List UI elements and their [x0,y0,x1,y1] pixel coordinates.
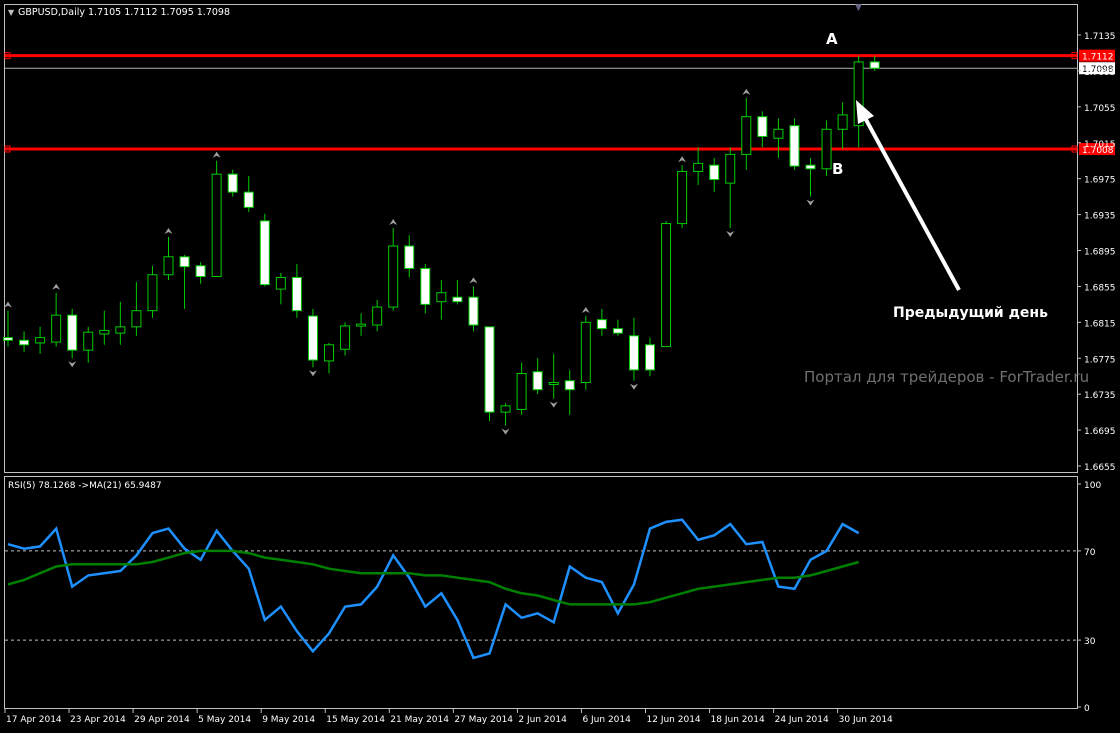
date-tick-label: 21 May 2014 [390,715,449,725]
rsi-tick-label: 70 [1084,548,1096,558]
candle-body-bear [179,256,190,268]
candle-body-bear [227,173,238,193]
candle-body-bull [115,326,126,334]
price-tick-label: 1.6935 [1084,212,1116,222]
price-tick-label: 1.7055 [1084,104,1116,114]
candle-body-bear [291,276,302,312]
candle-body-bear [195,265,206,278]
candle-body-bull [340,325,351,350]
chart-canvas[interactable]: 1.70981.71121.7008 1.71351.70951.70551.7… [0,0,1120,729]
candle-body-bull [516,373,527,410]
candle-body-bull [356,323,367,327]
date-tick-label: 9 May 2014 [262,715,315,725]
candle-body-bull [99,329,110,335]
annotation-label-a: A [826,30,838,48]
date-tick-label: 6 Jun 2014 [582,715,631,725]
rsi-header: RSI(5) 78.1268 ->MA(21) 65.9487 [8,481,162,491]
candle-body-bear [452,296,463,303]
candle-body-bear [805,164,816,170]
price-tick-label: 1.7135 [1084,32,1116,42]
symbol-header: GBPUSD,Daily 1.7105 1.7112 1.7095 1.7098 [18,7,230,18]
candle-body-bull [500,405,511,413]
watermark: Портал для трейдеров - ForTrader.ru [804,368,1089,386]
rsi-subwindow-frame [4,476,1078,709]
annotation-label-b: B [832,160,843,178]
candle-body-bull [661,223,672,348]
date-tick-label: 29 Apr 2014 [134,715,190,725]
date-tick-label: 12 Jun 2014 [647,715,701,725]
candle-body-bull [548,381,559,385]
previous-day-label: Предыдущий день [893,305,1048,321]
price-tick-label: 1.6735 [1084,391,1116,401]
price-tick-label: 1.6775 [1084,355,1116,365]
candle-body-bear [789,125,800,167]
candle-body-bear [259,220,270,286]
candle-body-bear [468,296,479,326]
candle-body-bear [564,380,575,391]
candle-body-bull [821,128,832,170]
candle-body-bull [163,256,174,276]
scroll-marker-icon[interactable]: ▼ [8,8,15,17]
candle-body-bull [35,337,46,344]
candle-body-bull [51,314,62,343]
date-tick-label: 2 Jun 2014 [518,715,567,725]
price-tick-label: 1.6815 [1084,319,1116,329]
level-price-label: 1.7112 [1082,53,1114,63]
candle-body-bull [725,153,736,184]
date-tick-label: 5 May 2014 [198,715,251,725]
price-tick-label: 1.6655 [1084,463,1116,473]
date-tick-label: 24 Jun 2014 [775,715,829,725]
price-tick-label: 1.6695 [1084,427,1116,437]
rsi-tick-label: 30 [1084,637,1096,647]
price-tick-label: 1.7095 [1084,68,1116,78]
candle-body-bull [83,331,94,351]
candle-body-bull [388,245,399,308]
candle-body-bull [131,310,142,328]
candle-body-bear [67,314,78,351]
date-tick-label: 30 Jun 2014 [839,715,893,725]
candle-body-bear [420,267,431,305]
candle-body-bear [757,116,768,137]
candle-body-bull [324,344,334,362]
date-tick-label: 27 May 2014 [454,715,513,725]
rsi-tick-label: 100 [1084,481,1101,491]
candle-body-bull [211,173,222,278]
candle-body-bear [612,328,623,334]
candle-body-bear [709,164,720,181]
candle-body-bear [243,191,254,208]
price-tick-label: 1.7015 [1084,140,1116,150]
candle-body-bull [773,128,784,139]
candle-body-bear [645,344,655,371]
rsi-tick-label: 0 [1084,704,1090,714]
candle-body-bull [436,292,447,303]
chart-shift-marker-icon[interactable]: ▼ [855,3,862,13]
candle-body-bull [275,276,286,290]
candle-body-bull [837,114,848,130]
date-tick-label: 18 Jun 2014 [711,715,765,725]
price-tick-label: 1.6975 [1084,176,1116,186]
main-chart-frame [4,4,1078,473]
candle-body-bear [628,335,639,371]
candle-body-bull [693,162,704,172]
candle-body-bear [596,319,607,330]
candle-body-bear [307,315,318,361]
price-tick-label: 1.6855 [1084,283,1116,293]
date-tick-label: 17 Apr 2014 [6,715,62,725]
price-tick-label: 1.6895 [1084,248,1116,258]
candle-body-bull [741,116,752,155]
candle-body-bear [3,337,13,341]
candle-body-bull [372,306,383,326]
candle-body-bear [19,339,30,346]
candle-body-bear [484,326,495,413]
candle-body-bull [580,321,591,383]
candle-body-bear [869,61,880,69]
chart-window[interactable]: 1.7098 1.7112 1.7008 1.7135 1.7095 1.7055 1.7… [0,0,1120,729]
date-tick-label: 23 Apr 2014 [70,715,126,725]
candle-body-bull [147,274,158,312]
candle-body-bear [404,245,415,269]
candle-body-bear [532,371,543,391]
date-tick-label: 15 May 2014 [326,715,385,725]
candle-body-bull [677,170,688,225]
